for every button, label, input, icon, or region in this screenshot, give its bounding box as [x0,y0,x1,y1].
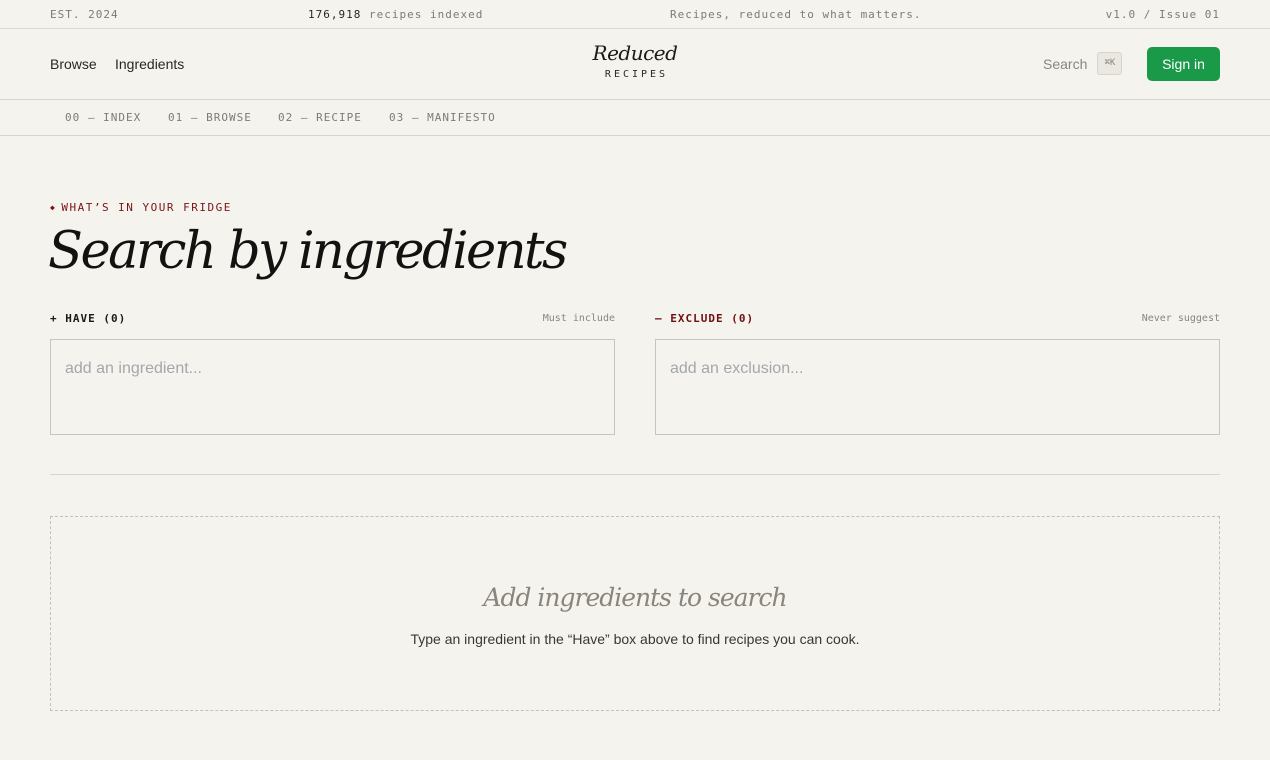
empty-state-title: Add ingredients to search [483,583,787,612]
have-ingredients-box[interactable] [50,339,615,435]
search-label: Search [1043,55,1088,72]
exclude-hint: Never suggest [1141,313,1220,324]
search-shortcut-badge: ⌘K [1097,52,1123,75]
version-label: v1.0 / Issue 01 [1105,8,1220,21]
exclude-label: — EXCLUDE (0) [655,312,755,325]
tagline: Recipes, reduced to what matters. [670,8,922,21]
section-nav-manifesto[interactable]: 03 — MANIFESTO [389,111,496,124]
divider [50,474,1220,475]
top-strip: EST. 2024 176,918 recipes indexed Recipe… [0,0,1270,29]
exclude-panel-header: — EXCLUDE (0) Never suggest [655,312,1220,326]
recipe-count: 176,918 recipes indexed [308,8,483,21]
eyebrow-text: WHAT’S IN YOUR FRIDGE [61,201,232,214]
empty-state: Add ingredients to search Type an ingred… [50,516,1220,711]
section-nav-browse[interactable]: 01 — BROWSE [168,111,252,124]
main-nav: Browse Ingredients Reduced RECIPES Searc… [0,29,1270,100]
established-label: EST. 2024 [50,8,119,21]
section-nav-index[interactable]: 00 — INDEX [65,111,141,124]
exclude-ingredient-input[interactable] [670,358,1200,380]
page-title: Search by ingredients [48,222,568,281]
section-nav-recipe[interactable]: 02 — RECIPE [278,111,362,124]
have-label: + HAVE (0) [50,312,127,325]
eyebrow: ◆ WHAT’S IN YOUR FRIDGE [50,201,232,214]
search-trigger[interactable]: Search ⌘K [1043,52,1123,75]
section-nav: 00 — INDEX 01 — BROWSE 02 — RECIPE 03 — … [0,100,1270,136]
recipe-count-number: 176,918 [308,8,362,21]
empty-state-text: Type an ingredient in the “Have” box abo… [410,631,860,647]
recipe-count-suffix: recipes indexed [361,8,484,21]
sign-in-button[interactable]: Sign in [1147,47,1220,81]
have-panel-header: + HAVE (0) Must include [50,312,615,326]
exclude-ingredients-box[interactable] [655,339,1220,435]
diamond-icon: ◆ [50,203,57,212]
have-ingredient-input[interactable] [65,358,595,380]
have-hint: Must include [542,313,615,324]
